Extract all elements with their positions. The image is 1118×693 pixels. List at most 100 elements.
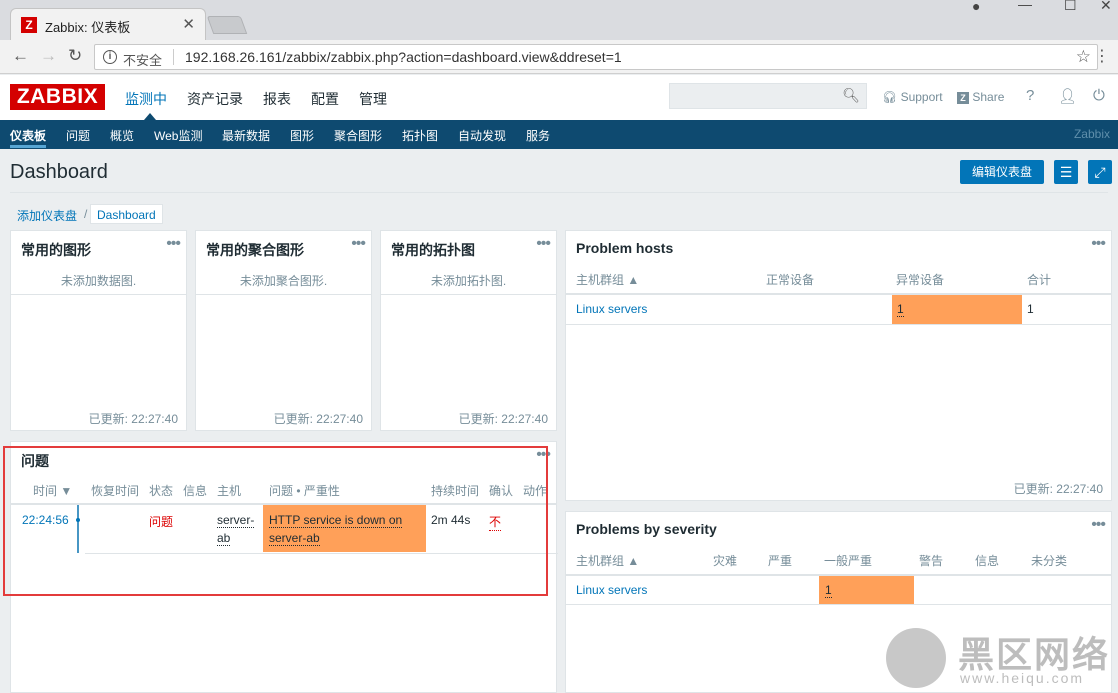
subnav-dashboard[interactable]: 仪表板: [10, 127, 46, 144]
breadcrumb-add-dashboard[interactable]: 添加仪表盘: [17, 207, 77, 224]
column-problem: 异常设备: [896, 273, 945, 287]
help-icon[interactable]: ?: [1026, 87, 1034, 104]
edit-dashboard-button[interactable]: 编辑仪表盘: [960, 160, 1044, 184]
browser-tab[interactable]: Z Zabbix: 仪表板 ✕: [10, 8, 206, 40]
dashboard-menu-button[interactable]: ☰: [1054, 160, 1078, 184]
column-average: 一般严重: [824, 554, 873, 568]
widget-title: Problems by severity: [576, 521, 717, 537]
widget-menu-icon[interactable]: •••: [1091, 516, 1106, 534]
subnav-problems[interactable]: 问题: [66, 127, 90, 144]
widget-menu-icon[interactable]: •••: [166, 235, 181, 253]
browser-tabbar: Z Zabbix: 仪表板 ✕ ● — ☐ ✕: [0, 0, 1118, 40]
page-title: Dashboard: [10, 161, 108, 183]
address-bar[interactable]: i 不安全 192.168.26.161/zabbix/zabbix.php?a…: [94, 44, 1098, 70]
updated-time: 已更新: 22:27:40: [88, 412, 178, 426]
forward-arrow-icon[interactable]: →: [40, 46, 57, 66]
zabbix-favicon-icon: Z: [21, 17, 37, 33]
divider: [173, 49, 174, 65]
problem-hosts-widget: Problem hosts ••• 主机群组 ▲ 正常设备 异常设备 合计 Li…: [565, 230, 1112, 501]
menu-administration[interactable]: 管理: [359, 89, 387, 109]
search-icon[interactable]: 🔍︎: [842, 87, 860, 104]
column-high: 严重: [768, 554, 793, 568]
subnav-discovery[interactable]: 自动发现: [458, 127, 506, 144]
browser-menu-icon[interactable]: ⋮: [1094, 46, 1110, 66]
breadcrumb-current[interactable]: Dashboard: [90, 204, 163, 224]
column-warning: 警告: [919, 554, 944, 568]
favourite-maps-widget: 常用的拓扑图 ••• 未添加拓扑图. 已更新: 22:27:40: [380, 230, 557, 431]
column-disaster: 灾难: [713, 554, 738, 568]
column-ok: 正常设备: [766, 273, 815, 287]
security-label[interactable]: 不安全: [123, 50, 162, 69]
menu-configuration[interactable]: 配置: [311, 89, 339, 109]
subnav-services[interactable]: 服务: [526, 127, 550, 144]
divider: [196, 294, 371, 295]
sign-out-icon[interactable]: ⏻: [1093, 87, 1105, 104]
breadcrumb-separator: /: [84, 207, 88, 221]
updated-time: 已更新: 22:27:40: [273, 412, 363, 426]
info-icon[interactable]: i: [103, 50, 117, 64]
minimize-icon[interactable]: —: [1018, 0, 1032, 12]
host-group-link[interactable]: Linux servers: [576, 583, 647, 597]
updated-time: 已更新: 22:27:40: [1013, 482, 1103, 496]
close-tab-icon[interactable]: ✕: [182, 15, 195, 33]
subnav-screens[interactable]: 聚合图形: [334, 127, 382, 144]
divider: [381, 294, 556, 295]
problem-count-cell: [892, 295, 1022, 324]
support-label: Support: [900, 90, 943, 104]
total-count: 1: [1027, 302, 1034, 316]
subnav-web[interactable]: Web监测: [154, 127, 202, 144]
highlight-annotation-box: [3, 446, 548, 596]
menu-inventory[interactable]: 资产记录: [187, 89, 243, 109]
column-not-classified: 未分类: [1031, 554, 1068, 568]
row-divider: [566, 604, 1111, 605]
subnav-latest-data[interactable]: 最新数据: [222, 127, 270, 144]
widget-menu-icon[interactable]: •••: [351, 235, 366, 253]
zabbix-logo[interactable]: ZABBIX: [10, 84, 105, 110]
active-menu-caret: [144, 113, 156, 120]
header-divider: [566, 293, 1111, 295]
menu-monitoring[interactable]: 监测中: [125, 89, 167, 109]
widget-title: 常用的图形: [21, 242, 91, 258]
bookmark-star-icon[interactable]: ☆: [1076, 47, 1091, 67]
divider: [11, 294, 186, 295]
average-count-link[interactable]: 1: [825, 583, 832, 598]
column-total: 合计: [1027, 273, 1052, 287]
column-host-group[interactable]: 主机群组 ▲: [576, 552, 639, 569]
fullscreen-button[interactable]: ⤢: [1088, 160, 1112, 184]
close-window-icon[interactable]: ✕: [1100, 0, 1112, 14]
browser-toolbar: ← → ↻ i 不安全 192.168.26.161/zabbix/zabbix…: [0, 40, 1118, 74]
subnav-overview[interactable]: 概览: [110, 127, 134, 144]
empty-message: 未添加聚合图形.: [239, 274, 328, 288]
watermark-logo-icon: [886, 628, 946, 688]
subnav-maps[interactable]: 拓扑图: [402, 127, 438, 144]
back-arrow-icon[interactable]: ←: [12, 46, 29, 66]
sub-navigation: 仪表板 问题 概览 Web监测 最新数据 图形 聚合图形 拓扑图 自动发现 服务…: [0, 120, 1118, 149]
profile-icon[interactable]: ●: [972, 0, 980, 14]
new-tab-button[interactable]: [206, 16, 248, 34]
zabbix-brand-text: Zabbix: [1073, 127, 1110, 141]
menu-reports[interactable]: 报表: [263, 89, 291, 109]
reload-icon[interactable]: ↻: [68, 46, 82, 66]
share-link[interactable]: Z Share: [957, 90, 1004, 104]
problem-count-link[interactable]: 1: [897, 302, 904, 317]
title-divider: [10, 192, 1108, 193]
widget-menu-icon[interactable]: •••: [536, 235, 551, 253]
user-profile-icon[interactable]: 👤︎: [1058, 87, 1077, 105]
widget-menu-icon[interactable]: •••: [1091, 235, 1106, 253]
favourite-graphs-widget: 常用的图形 ••• 未添加数据图. 已更新: 22:27:40: [10, 230, 187, 431]
support-link[interactable]: 🎧︎ Support: [882, 90, 943, 104]
share-label: Share: [972, 90, 1005, 104]
subnav-graphs[interactable]: 图形: [290, 127, 314, 144]
row-divider: [566, 324, 1111, 325]
empty-message: 未添加数据图.: [60, 274, 137, 288]
share-icon: Z: [957, 92, 969, 104]
watermark-url: www.heiqu.com: [960, 670, 1085, 686]
column-host-group[interactable]: 主机群组 ▲: [576, 271, 639, 288]
url-text[interactable]: 192.168.26.161/zabbix/zabbix.php?action=…: [185, 49, 622, 65]
host-group-link[interactable]: Linux servers: [576, 302, 647, 316]
widget-title: Problem hosts: [576, 240, 674, 256]
favourite-screens-widget: 常用的聚合图形 ••• 未添加聚合图形. 已更新: 22:27:40: [195, 230, 372, 431]
search-input[interactable]: 🔍︎: [669, 83, 867, 109]
maximize-icon[interactable]: ☐: [1064, 0, 1077, 14]
empty-message: 未添加拓扑图.: [430, 274, 507, 288]
